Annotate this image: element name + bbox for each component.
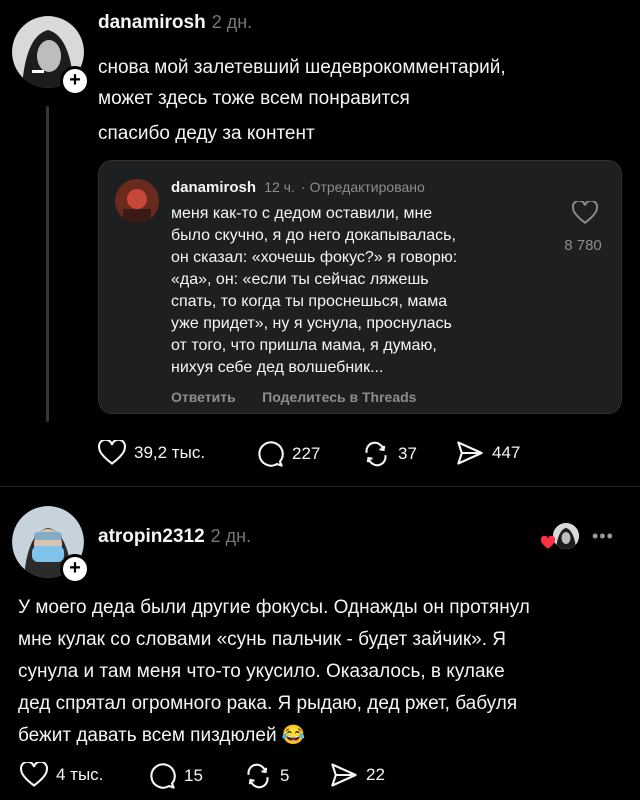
quote-line: он сказал: «хочешь фокус?» я говорю: — [171, 249, 458, 266]
post-text-line: дед спрятал огромного рака. Я рыдаю, дед… — [18, 693, 518, 714]
post-header: atropin2312 2 дн. — [98, 526, 251, 548]
quote-line: спать, то когда ты проснешься, мама — [171, 293, 448, 310]
liked-by-author-badge — [540, 522, 580, 552]
share-icon — [331, 763, 357, 787]
more-icon[interactable]: ••• — [592, 526, 614, 547]
quote-line: «да», он: «если ты сейчас ляжешь — [171, 271, 429, 288]
post-text-line: снова мой залетевший шедеврокомментарий, — [98, 57, 506, 78]
thread-line — [46, 106, 49, 422]
quote-line: от того, что пришла мама, я думаю, — [171, 337, 437, 354]
timestamp: 2 дн. — [210, 526, 252, 546]
share-count: 447 — [492, 443, 521, 462]
share-count: 22 — [366, 765, 385, 784]
quote-line: уже придет», ну я уснула, проснулась — [171, 315, 452, 332]
post-text: снова мой залетевший шедеврокомментарий,… — [98, 52, 618, 149]
quote-avatar[interactable] — [115, 179, 159, 223]
like-button[interactable]: 4 тыс. — [20, 762, 103, 788]
heart-icon — [20, 762, 48, 787]
author-avatar-mini — [552, 522, 580, 550]
comment-count: 15 — [184, 766, 203, 785]
post-text-line: спасибо деду за контент — [98, 123, 315, 144]
quote-line: было скучно, я до него докапывалась, — [171, 227, 456, 244]
share-threads-link[interactable]: Поделитесь в Threads — [262, 389, 416, 405]
comment-icon — [150, 763, 176, 789]
post-text-line: бежит давать всем пиздюлей 😂 — [18, 725, 306, 746]
timestamp: 2 дн. — [211, 12, 253, 32]
quote-text: меня как-то с дедом оставили, мне было с… — [171, 203, 551, 379]
repost-icon — [247, 763, 269, 789]
post-text-line: мне кулак со словами «сунь пальчик - буд… — [18, 629, 506, 650]
quote-username[interactable]: danamirosh — [171, 179, 256, 196]
comment-button[interactable]: 15 — [148, 762, 203, 790]
avatar-image-icon — [115, 179, 159, 223]
share-button[interactable]: 22 — [330, 762, 385, 788]
quoted-comment-card[interactable]: danamirosh 12 ч. · Отредактировано меня … — [98, 160, 622, 414]
follow-plus-icon[interactable]: + — [60, 66, 90, 96]
heart-icon — [98, 440, 126, 465]
heart-icon — [572, 201, 598, 224]
repost-count: 37 — [398, 444, 417, 463]
heart-icon — [540, 536, 556, 549]
post-text-line: У моего деда были другие фокусы. Однажды… — [18, 597, 530, 618]
post-text-line: сунула и там меня что-то укусило. Оказал… — [18, 661, 505, 682]
post-text: У моего деда были другие фокусы. Однажды… — [18, 592, 628, 752]
repost-icon — [365, 441, 387, 467]
post-text-line: может здесь тоже всем понравится — [98, 88, 410, 109]
quote-edited: · Отредактировано — [301, 179, 425, 195]
follow-plus-icon[interactable]: + — [60, 554, 90, 584]
comment-button[interactable]: 227 — [256, 440, 320, 468]
comment-count: 227 — [292, 444, 321, 463]
share-button[interactable]: 447 — [456, 440, 520, 466]
like-count: 4 тыс. — [56, 765, 104, 784]
quote-like-count: 8 780 — [564, 237, 602, 254]
like-button[interactable]: 39,2 тыс. — [98, 440, 205, 466]
repost-button[interactable]: 37 — [362, 440, 417, 468]
like-count: 39,2 тыс. — [134, 443, 206, 462]
reply-link[interactable]: Ответить — [171, 389, 236, 405]
quote-like-button[interactable] — [565, 201, 605, 225]
quote-time: 12 ч. — [264, 179, 295, 195]
share-icon — [457, 441, 483, 465]
repost-count: 5 — [280, 766, 290, 785]
username[interactable]: danamirosh — [98, 12, 206, 33]
repost-button[interactable]: 5 — [244, 762, 289, 790]
post-header: danamirosh 2 дн. — [98, 12, 252, 34]
quote-actions: Ответить Поделитесь в Threads — [171, 389, 416, 407]
quote-line: нихуя себе дед волшебник... — [171, 359, 384, 376]
divider — [0, 486, 640, 487]
comment-icon — [258, 441, 284, 467]
avatar-image-icon — [553, 523, 579, 549]
username[interactable]: atropin2312 — [98, 526, 205, 547]
quote-line: меня как-то с дедом оставили, мне — [171, 205, 433, 222]
quote-header: danamirosh 12 ч. · Отредактировано — [171, 179, 425, 196]
